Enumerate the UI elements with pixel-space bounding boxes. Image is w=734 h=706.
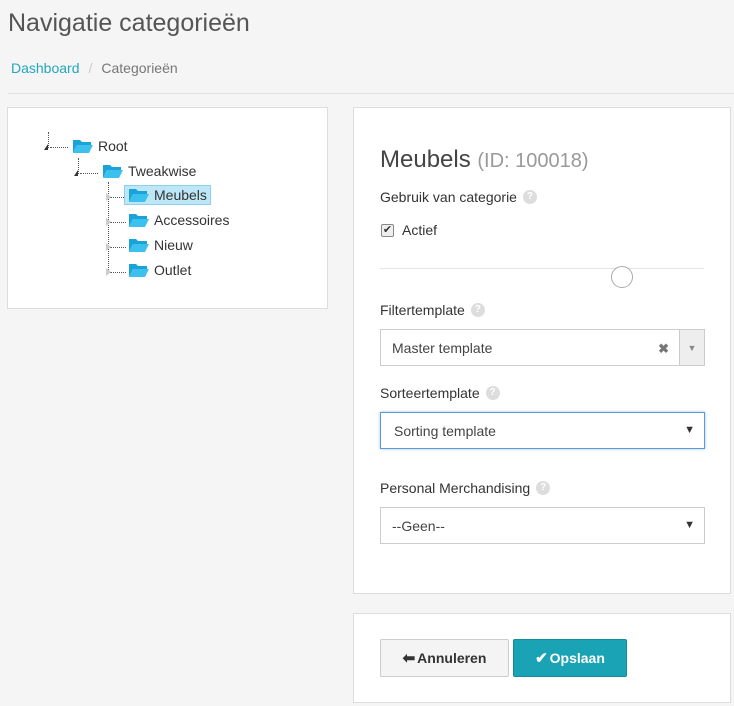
tree-node-nieuw[interactable]: Nieuw <box>124 235 197 255</box>
tree-node-label: Accessoires <box>154 212 230 228</box>
clear-icon[interactable]: ✖ <box>658 341 669 357</box>
chevron-down-icon: ▼ <box>687 342 697 353</box>
tree-collapsed-icon <box>106 218 111 226</box>
help-icon[interactable]: ? <box>522 190 537 204</box>
tree-connector <box>48 132 49 148</box>
chevron-down-icon: ▼ <box>684 424 695 436</box>
dropdown-toggle[interactable]: ▼ <box>679 330 704 365</box>
tree-node-tweakwise[interactable]: Tweakwise <box>98 161 200 181</box>
tree-connector <box>80 173 98 174</box>
sort-template-select[interactable]: Sorting template ▼ <box>380 412 705 449</box>
chevron-down-icon: ▼ <box>684 519 695 531</box>
category-form-panel: Meubels (ID: 100018) Gebruik van categor… <box>353 107 731 594</box>
folder-open-icon <box>129 239 149 252</box>
filter-template-label: Filtertemplate ? <box>380 302 485 318</box>
page-title: Navigatie categorieën <box>8 9 250 37</box>
tree-collapsed-icon <box>106 193 111 201</box>
form-divider <box>380 268 704 269</box>
check-icon: ✔ <box>535 650 548 667</box>
breadcrumb-dashboard-link[interactable]: Dashboard <box>11 60 80 76</box>
save-button[interactable]: ✔ Opslaan <box>513 639 627 677</box>
category-id: (ID: 100018) <box>477 150 589 172</box>
tree-node-label: Outlet <box>154 262 192 278</box>
tree-node-label: Root <box>98 138 128 154</box>
tree-collapsed-icon <box>106 243 111 251</box>
sort-template-label-text: Sorteertemplate <box>380 385 480 401</box>
filter-template-label-text: Filtertemplate <box>380 302 465 318</box>
breadcrumb-separator: / <box>88 60 93 76</box>
tree-expanded-icon <box>74 170 78 176</box>
folder-open-icon <box>129 189 149 202</box>
breadcrumb-current: Categorieën <box>101 60 178 76</box>
filter-template-select[interactable]: Master template ✖ ▼ <box>380 329 705 366</box>
category-tree-panel: Root Tweakwise Meubels Accessoires Nieuw… <box>7 107 328 309</box>
action-panel: ⬅ Annuleren ✔ Opslaan <box>353 613 731 703</box>
personal-merchandising-select[interactable]: --Geen-- ▼ <box>380 507 705 544</box>
loading-spinner-icon <box>611 266 633 288</box>
usage-label: Gebruik van categorie ? <box>380 189 537 205</box>
header-divider <box>8 93 734 94</box>
category-title: Meubels (ID: 100018) <box>380 146 589 174</box>
personal-merchandising-value: --Geen-- <box>392 517 445 534</box>
help-icon[interactable]: ? <box>485 386 500 400</box>
save-button-label: Opslaan <box>549 650 605 666</box>
personal-merchandising-label-text: Personal Merchandising <box>380 480 531 496</box>
personal-merchandising-label: Personal Merchandising ? <box>380 480 551 496</box>
tree-node-accessoires[interactable]: Accessoires <box>124 210 233 230</box>
folder-open-icon <box>103 165 123 178</box>
help-icon[interactable]: ? <box>470 303 485 317</box>
tree-node-label: Nieuw <box>154 237 193 253</box>
cancel-button-label: Annuleren <box>417 650 487 666</box>
arrow-left-icon: ⬅ <box>402 650 416 667</box>
tree-expanded-icon <box>44 144 48 150</box>
tree-node-label: Tweakwise <box>128 163 197 179</box>
tree-node-meubels[interactable]: Meubels <box>124 185 211 205</box>
breadcrumb: Dashboard / Categorieën <box>11 60 178 76</box>
active-checkbox-row[interactable]: ✔ Actief <box>381 222 437 238</box>
category-name: Meubels <box>380 146 471 173</box>
tree-connector <box>50 147 68 148</box>
cancel-button[interactable]: ⬅ Annuleren <box>380 639 509 677</box>
folder-open-icon <box>129 264 149 277</box>
tree-node-outlet[interactable]: Outlet <box>124 260 195 280</box>
tree-node-root[interactable]: Root <box>68 136 132 156</box>
filter-template-value: Master template <box>392 339 493 356</box>
tree-connector <box>78 158 79 174</box>
usage-label-text: Gebruik van categorie <box>380 189 517 205</box>
help-icon[interactable]: ? <box>536 481 551 495</box>
folder-open-icon <box>129 214 149 227</box>
tree-node-label: Meubels <box>154 187 207 203</box>
active-checkbox[interactable]: ✔ <box>381 223 394 237</box>
tree-collapsed-icon <box>106 268 111 276</box>
folder-open-icon <box>73 140 93 153</box>
active-label: Actief <box>402 222 438 238</box>
sort-template-value: Sorting template <box>394 422 496 439</box>
sort-template-label: Sorteertemplate ? <box>380 385 500 401</box>
